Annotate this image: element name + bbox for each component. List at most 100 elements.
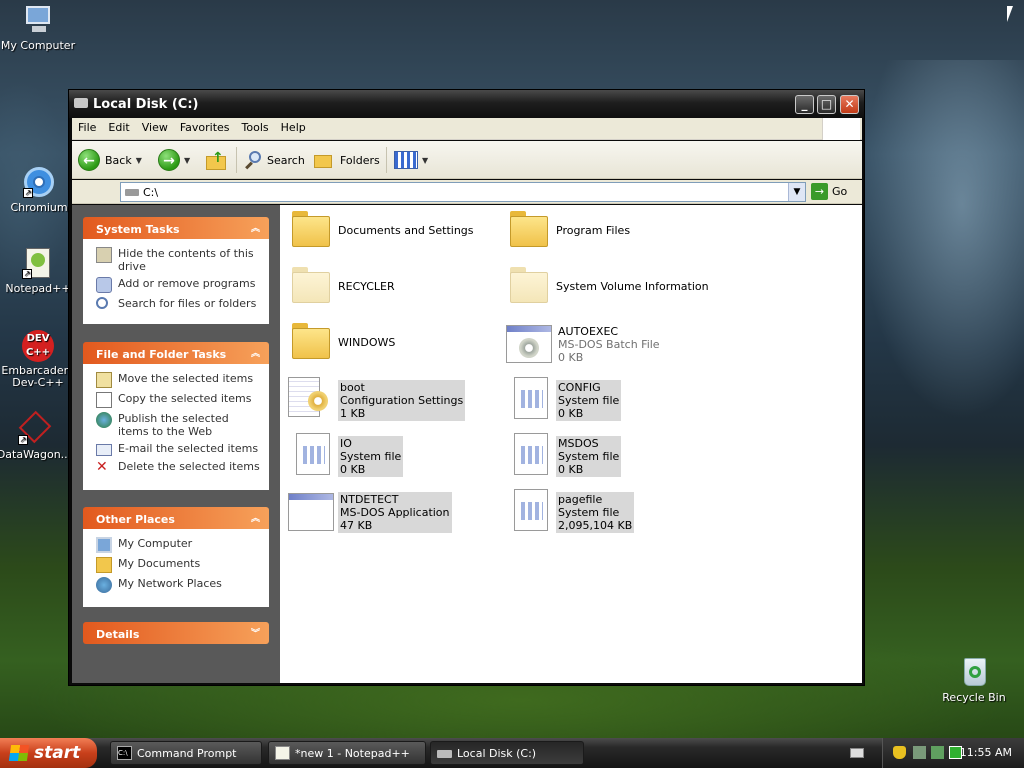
- back-button[interactable]: ← Back ▼: [78, 148, 142, 172]
- add-remove-programs-icon: [96, 277, 112, 293]
- task-copy-items[interactable]: Copy the selected items: [96, 392, 261, 408]
- desktop-icon-notepadpp[interactable]: ↗ Notepad++: [0, 247, 76, 295]
- desktop-icon-recycle-bin[interactable]: Recycle Bin: [936, 656, 1012, 704]
- batch-file-icon: [506, 325, 552, 363]
- up-folder-icon: ↑: [206, 150, 228, 170]
- desktop-icon-label: DataWagon...: [0, 448, 72, 461]
- wallpaper-light: [860, 60, 1024, 420]
- maximize-button[interactable]: □: [817, 95, 836, 114]
- security-shield-icon[interactable]: [893, 746, 906, 759]
- file-details: CONFIG System file 0 KB: [556, 380, 622, 421]
- taskbar-item-command-prompt[interactable]: C:\ Command Prompt: [110, 741, 262, 765]
- file-item-documents-and-settings[interactable]: Documents and Settings: [286, 207, 496, 259]
- file-item-windows[interactable]: WINDOWS: [286, 319, 496, 371]
- views-button[interactable]: ▼: [394, 148, 428, 172]
- file-name: pagefile: [558, 493, 603, 506]
- file-item-system-volume-information[interactable]: System Volume Information: [504, 263, 714, 315]
- up-folder-button[interactable]: ↑: [206, 148, 228, 172]
- forward-button[interactable]: → ▼: [158, 148, 190, 172]
- file-item-boot[interactable]: boot Configuration Settings 1 KB: [286, 375, 496, 427]
- file-item-program-files[interactable]: Program Files: [504, 207, 714, 259]
- details-header[interactable]: Details ︾: [83, 622, 269, 644]
- menu-bar: File Edit View Favorites Tools Help: [72, 118, 862, 140]
- file-size: 2,095,104 KB: [558, 519, 633, 532]
- network-icon[interactable]: [913, 746, 926, 759]
- file-name: boot: [340, 381, 365, 394]
- datawagon-icon: ↗: [18, 410, 52, 445]
- task-hide-contents[interactable]: Hide the contents of this drive: [96, 247, 261, 273]
- collapse-chevron-icon[interactable]: ︽: [251, 511, 260, 524]
- file-item-config[interactable]: CONFIG System file 0 KB: [504, 375, 714, 427]
- place-my-documents[interactable]: My Documents: [96, 557, 261, 573]
- place-my-computer[interactable]: My Computer: [96, 537, 261, 553]
- menu-tools[interactable]: Tools: [236, 118, 275, 134]
- back-arrow-icon: ←: [78, 149, 100, 171]
- windows-flag-icon: [8, 745, 30, 761]
- desktop-icon-datawagon[interactable]: ↗ DataWagon...: [0, 410, 72, 461]
- task-email-items[interactable]: E-mail the selected items: [96, 442, 261, 456]
- file-item-ntdetect[interactable]: NTDETECT MS-DOS Application 47 KB: [286, 487, 496, 539]
- task-add-remove-programs[interactable]: Add or remove programs: [96, 277, 261, 293]
- toolbar-separator: [386, 147, 387, 173]
- file-item-pagefile[interactable]: pagefile System file 2,095,104 KB: [504, 487, 714, 539]
- close-button[interactable]: ✕: [840, 95, 859, 114]
- go-button[interactable]: → Go: [811, 183, 847, 200]
- file-folder-tasks-header[interactable]: File and Folder Tasks ︽: [83, 342, 269, 364]
- task-pane: System Tasks ︽ Hide the contents of this…: [72, 205, 280, 683]
- other-places-header[interactable]: Other Places ︽: [83, 507, 269, 529]
- start-button[interactable]: start: [0, 738, 97, 768]
- system-tasks-header[interactable]: System Tasks ︽: [83, 217, 269, 239]
- file-folder-tasks-panel: File and Folder Tasks ︽ Move the selecte…: [83, 342, 269, 490]
- move-icon: [96, 372, 112, 388]
- address-input[interactable]: C:\ ▼: [120, 182, 806, 202]
- menu-view[interactable]: View: [136, 118, 174, 134]
- task-move-items[interactable]: Move the selected items: [96, 372, 261, 388]
- toolbar-separator: [236, 147, 237, 173]
- file-type: MS-DOS Batch File: [558, 338, 660, 351]
- task-delete-items[interactable]: ✕ Delete the selected items: [96, 460, 261, 476]
- expand-chevron-icon[interactable]: ︾: [251, 626, 260, 639]
- usb-icon[interactable]: [931, 746, 944, 759]
- task-publish-web[interactable]: Publish the selected items to the Web: [96, 412, 261, 438]
- search-icon: [96, 297, 108, 309]
- taskbar-item-local-disk[interactable]: Local Disk (C:): [430, 741, 584, 765]
- task-search-files[interactable]: Search for files or folders: [96, 297, 261, 310]
- computer-icon: [96, 537, 112, 553]
- collapse-chevron-icon[interactable]: ︽: [251, 346, 260, 359]
- address-dropdown-button[interactable]: ▼: [788, 183, 805, 201]
- menu-edit[interactable]: Edit: [102, 118, 135, 134]
- menu-help[interactable]: Help: [275, 118, 312, 134]
- collapse-chevron-icon[interactable]: ︽: [251, 221, 260, 234]
- menu-file[interactable]: File: [72, 118, 102, 134]
- file-item-recycler[interactable]: RECYCLER: [286, 263, 496, 315]
- menu-favorites[interactable]: Favorites: [174, 118, 236, 134]
- other-places-panel: Other Places ︽ My Computer My Documents …: [83, 507, 269, 607]
- taskbar-item-notepadpp[interactable]: *new 1 - Notepad++: [268, 741, 426, 765]
- delete-x-icon: ✕: [96, 459, 108, 475]
- file-item-msdos[interactable]: MSDOS System file 0 KB: [504, 431, 714, 483]
- file-item-io[interactable]: IO System file 0 KB: [286, 431, 496, 483]
- search-label: Search: [267, 153, 305, 167]
- desktop-icon-chromium[interactable]: ↗ Chromium: [1, 166, 77, 214]
- application-icon: [288, 493, 334, 531]
- panel-title: File and Folder Tasks: [96, 348, 227, 361]
- desktop-icon-label: Recycle Bin: [942, 691, 1006, 704]
- title-bar[interactable]: Local Disk (C:) _ □ ✕: [69, 90, 864, 118]
- desktop-icon-devcpp[interactable]: DEV C++ Embarcadero Dev-C++: [0, 330, 76, 389]
- keyboard-icon[interactable]: [850, 748, 864, 758]
- panel-title: Other Places: [96, 513, 175, 526]
- command-prompt-icon: C:\: [117, 746, 132, 760]
- system-tray: 11:55 AM: [882, 738, 1024, 768]
- folders-button[interactable]: Folders: [314, 148, 380, 172]
- hide-contents-icon: [96, 247, 112, 263]
- desktop-icon-my-computer[interactable]: My Computer: [0, 4, 76, 52]
- place-my-network-places[interactable]: My Network Places: [96, 577, 261, 593]
- panel-title: Details: [96, 628, 140, 641]
- file-item-autoexec[interactable]: AUTOEXEC MS-DOS Batch File 0 KB: [504, 319, 714, 371]
- file-size: 1 KB: [340, 407, 366, 420]
- search-button[interactable]: Search: [244, 148, 305, 172]
- minimize-button[interactable]: _: [795, 95, 814, 114]
- go-arrow-icon: →: [811, 183, 828, 200]
- clock[interactable]: 11:55 AM: [960, 746, 1012, 759]
- file-size: 0 KB: [558, 463, 584, 476]
